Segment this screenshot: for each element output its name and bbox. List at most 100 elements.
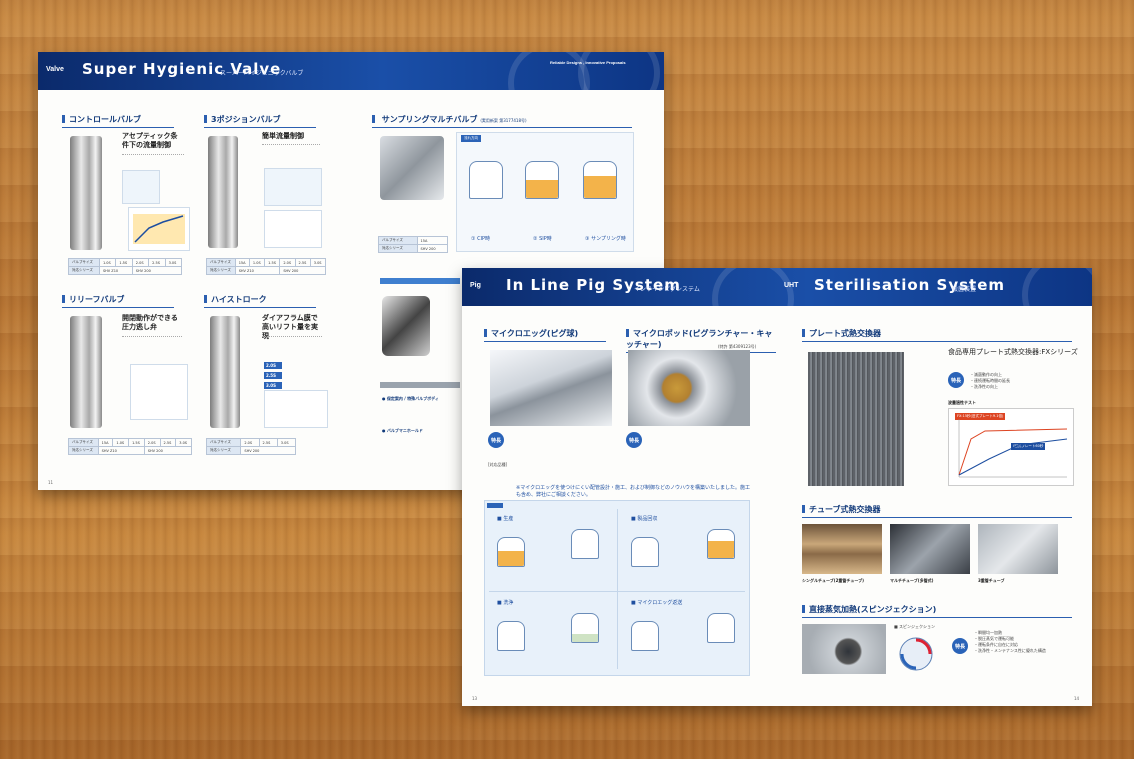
left-header-band: Valve Super Hygienic Valve スーパーハイジェニックバル… (38, 52, 664, 124)
table-cell: 対応シリーズ (206, 266, 236, 275)
three-position-spec-table: バルブサイズ 15A 1.0S 1.5S 2.0S 2.5S 3.0S 対応シリ… (206, 258, 327, 275)
tank-icon (707, 613, 735, 643)
page-number: 11 (48, 480, 54, 485)
flow-label: 流れ方向 (461, 135, 481, 142)
gear-decoration-icon (1022, 268, 1092, 336)
table-cell: 1.0S (98, 258, 117, 267)
valve-photo (208, 136, 238, 248)
step-label: ① CIP時 (471, 236, 491, 242)
section-title: 3ポジションバルブ (204, 114, 316, 128)
right-header-band: Pig In Line Pig System インラインピグシステム UHT S… (462, 268, 1092, 340)
page-subtitle: スーパーハイジェニックバルブ (220, 70, 304, 77)
table-cell: バルブサイズ (68, 438, 99, 447)
panel-label: ■ 製品回収 (631, 516, 658, 522)
pipe-photo (490, 350, 612, 426)
section-title: チューブ式熱交換器 (802, 504, 1072, 518)
spec-line: [対応品種] (488, 462, 752, 472)
sampling-flow-diagram: 流れ方向 ① CIP時 ② SIP時 ③ サンプリング時 (456, 132, 634, 252)
table-cell: 1.0S (248, 258, 266, 267)
header-tag: Valve (46, 66, 64, 73)
table-cell: 1.5S (264, 258, 281, 267)
table-cell: バルブサイズ (206, 258, 236, 267)
table-cell: 1.0S (112, 438, 130, 447)
tank-icon (707, 529, 735, 559)
table-cell: 15A (416, 236, 449, 245)
table-cell: SHV 200 (131, 266, 183, 275)
panel-label: ■ 生産 (497, 516, 514, 522)
feature-item: ・洗浄性の向上 (970, 384, 998, 389)
plate-heat-exchanger-photo (808, 352, 904, 486)
valve-diagram (122, 170, 160, 204)
section-subheading: インラインピグシステム (634, 286, 700, 293)
highstroke-spec-table: バルブサイズ 2.0S 2.5S 3.0S 対応シリーズ SHV 200 (205, 438, 297, 455)
divider (489, 591, 745, 592)
table-cell: 3.0S (309, 258, 327, 267)
feature-list: ・滅菌動作の向上 ・連続運転時間の延長 ・洗浄性の向上 (970, 372, 1010, 390)
section-title: マイクロエッグ(ピグ球) (484, 328, 606, 342)
panel-label: ■ 洗浄 (497, 600, 514, 606)
tank-icon (631, 621, 659, 651)
patent-note: (実用新案 第3177418号) (480, 118, 527, 123)
section-heading: Sterilisation System (814, 276, 1006, 294)
page-number: 14 (1074, 696, 1080, 701)
section-title: プレート式熱交換器 (802, 328, 1072, 342)
flow-chart (128, 207, 190, 251)
tank-icon (525, 161, 559, 199)
tube-photo (978, 524, 1058, 574)
control-spec-table: バルブサイズ 1.0S 1.5S 2.0S 2.5S 3.0S 対応シリーズ S… (68, 258, 183, 275)
right-catalog-spread: Pig In Line Pig System インラインピグシステム UHT S… (462, 268, 1092, 706)
body-text (122, 336, 182, 361)
table-cell: 3.0S (164, 258, 183, 267)
table-cell: 2.5S (258, 438, 278, 447)
section-title: サンプリングマルチバルブ (実用新案 第3177418号) (372, 114, 632, 128)
chart-title: 波量過性テスト (948, 400, 976, 405)
sampling-spec-table: バルブサイズ 15A 対応シリーズ SHV 200 (378, 236, 449, 253)
valve-diagram (264, 168, 322, 206)
section-headline: 簡単流量制御 (262, 132, 304, 140)
stroke-size-badges: 2.0S 2.5S 3.0S (264, 362, 282, 389)
launcher-photo (628, 350, 750, 426)
feature-list (508, 432, 612, 456)
table-cell: 2.0S (143, 438, 161, 447)
feature-badge: 特長 (952, 638, 968, 654)
tank-icon (631, 537, 659, 567)
tube-photo (802, 524, 882, 574)
size-badge: 2.0S (264, 362, 282, 369)
tank-icon (571, 613, 599, 643)
product-name: 食品専用プレート式熱交換器:FXシリーズ (948, 348, 1078, 356)
table-cell: バルブサイズ (378, 236, 418, 245)
table-cell: SHV Z10 (97, 446, 145, 455)
test-chart: FX:15秒(旧式プレート9.1倍) (旧式プレート60秒 (948, 408, 1074, 486)
table-cell: 2.5S (159, 438, 177, 447)
table-cell: 2.5S (294, 258, 311, 267)
table-cell: 1.5S (128, 438, 145, 447)
table-cell: 1.5S (115, 258, 133, 267)
chart-lines (958, 419, 1068, 478)
position-table (264, 210, 322, 248)
table-cell: 2.0S (240, 438, 260, 447)
divider (617, 509, 618, 669)
relief-spec-table: バルブサイズ 15A 1.0S 1.5S 2.0S 2.5S 3.0S 対応シリ… (68, 438, 193, 455)
spinjection-photo (802, 624, 886, 674)
table-cell: 15A (97, 438, 114, 447)
body-text (378, 212, 448, 230)
tube-caption: 3重管チューブ (978, 578, 1005, 583)
tank-icon (497, 537, 525, 567)
section-title: ハイストローク (204, 294, 316, 308)
section-title: リリーフバルブ (62, 294, 174, 308)
feature-item: ・洗浄性・メンテナンス性に優れた構造 (974, 648, 1046, 653)
table-cell: 2.5S (148, 258, 166, 267)
table-cell: 対応シリーズ (205, 446, 242, 455)
table-cell: 対応シリーズ (68, 266, 100, 275)
table-cell: バルブサイズ (205, 438, 242, 447)
panel-tag (487, 503, 503, 508)
page-number: 13 (472, 696, 478, 701)
size-badge: 2.5S (264, 372, 282, 379)
section-title: 直接蒸気加熱(スピンジェクション) (802, 604, 1072, 618)
table-cell: SHV Z10 (234, 266, 281, 275)
table-cell: バルブサイズ (68, 258, 100, 267)
step-label: ② SIP時 (533, 236, 552, 242)
diaphragm-diagram (264, 390, 328, 428)
section-headline: 開閉動作ができる圧力逃し弁 (122, 314, 178, 331)
table-cell: SHV 200 (416, 244, 449, 253)
